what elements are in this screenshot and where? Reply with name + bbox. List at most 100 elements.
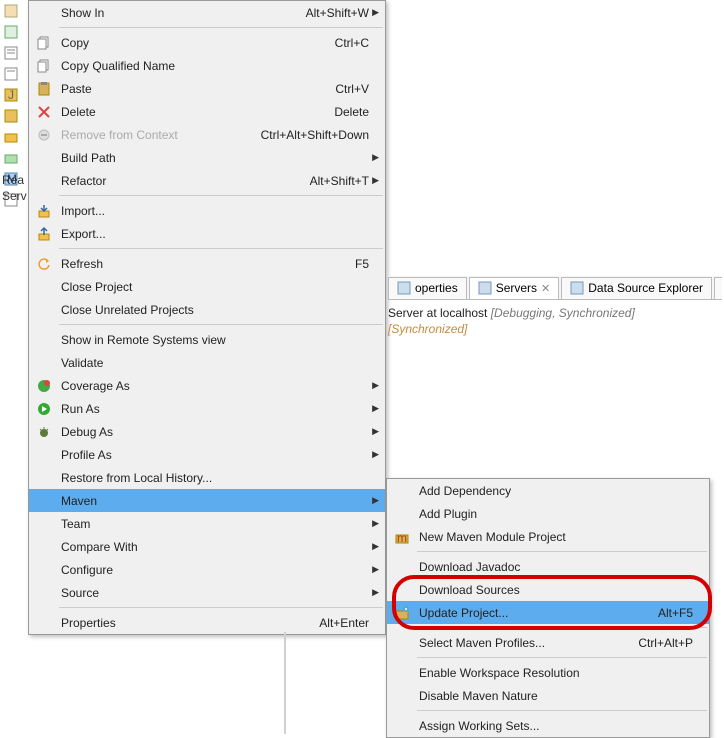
menu-item-validate[interactable]: Validate [29,351,385,374]
menu-item-select-maven-profiles[interactable]: Select Maven Profiles...Ctrl+Alt+P [387,631,709,654]
toolbar-icon-6[interactable] [2,107,20,125]
menu-item-shortcut: Ctrl+Alt+P [638,636,693,650]
menu-item-profile-as[interactable]: Profile As▶ [29,443,385,466]
server-entry[interactable]: [Synchronized] [388,322,722,336]
menu-item-label: Delete [61,105,324,119]
blank-icon [33,561,55,579]
menu-item-close-project[interactable]: Close Project [29,275,385,298]
blank-icon [391,634,413,652]
blank-icon [391,664,413,682]
blank-icon [33,492,55,510]
blank-icon [33,149,55,167]
bottom-view: opertiesServers✕ Data Source Explorer Snip… [388,276,722,338]
menu-item-compare-with[interactable]: Compare With▶ [29,535,385,558]
toolbar-icon-2[interactable] [2,23,20,41]
menu-item-copy-qualified-name[interactable]: Copy Qualified Name [29,54,385,77]
menu-item-update-project[interactable]: Update Project...Alt+F5 [387,601,709,624]
close-icon[interactable]: ✕ [541,282,550,295]
menu-item-shortcut: Ctrl+C [335,36,369,50]
toolbar-icon-8[interactable] [2,149,20,167]
menu-item-team[interactable]: Team▶ [29,512,385,535]
menu-item-properties[interactable]: PropertiesAlt+Enter [29,611,385,634]
menu-item-new-maven-module-project[interactable]: mNew Maven Module Project [387,525,709,548]
menu-item-assign-working-sets[interactable]: Assign Working Sets... [387,714,709,737]
menu-item-label: Add Plugin [419,507,693,521]
blank-icon [391,482,413,500]
menu-item-shortcut: F5 [355,257,369,271]
menu-item-show-in-remote-systems-view[interactable]: Show in Remote Systems view [29,328,385,351]
menu-item-import[interactable]: Import... [29,199,385,222]
menu-item-show-in[interactable]: Show InAlt+Shift+W▶ [29,1,385,24]
toolbar-icon-4[interactable] [2,65,20,83]
menu-item-copy[interactable]: Copy Ctrl+C [29,31,385,54]
menu-item-download-javadoc[interactable]: Download Javadoc [387,555,709,578]
menu-item-run-as[interactable]: Run As▶ [29,397,385,420]
menu-item-label: Remove from Context [61,128,251,142]
export-icon [33,225,55,243]
menu-item-enable-workspace-resolution[interactable]: Enable Workspace Resolution [387,661,709,684]
menu-item-coverage-as[interactable]: Coverage As▶ [29,374,385,397]
blank-icon [33,614,55,632]
menu-item-paste[interactable]: PasteCtrl+V [29,77,385,100]
submenu-arrow-icon: ▶ [369,175,379,186]
submenu-arrow-icon: ▶ [369,495,379,506]
menu-item-source[interactable]: Source▶ [29,581,385,604]
menu-item-shortcut: Alt+F5 [658,606,693,620]
menu-item-refresh[interactable]: Refresh F5 [29,252,385,275]
divider [284,632,286,734]
menu-item-shortcut: Ctrl+Alt+Shift+Down [261,128,369,142]
tab-operties[interactable]: operties [388,277,467,299]
toolbar-icon-7[interactable] [2,128,20,146]
tab-data-source-explorer[interactable]: Data Source Explorer [561,277,712,299]
menu-separator [59,248,383,249]
copy-icon [33,34,55,52]
blank-icon [33,172,55,190]
menu-item-add-dependency[interactable]: Add Dependency [387,479,709,502]
menu-item-refactor[interactable]: RefactorAlt+Shift+T▶ [29,169,385,192]
menu-item-add-plugin[interactable]: Add Plugin [387,502,709,525]
menu-item-label: Copy [61,36,325,50]
tabs-bar: opertiesServers✕ Data Source Explorer Snip… [388,276,722,300]
tree-item[interactable]: Serv [2,189,27,203]
menu-item-label: Profile As [61,448,369,462]
menu-item-build-path[interactable]: Build Path▶ [29,146,385,169]
blank-icon [33,4,55,22]
menu-item-remove-from-context[interactable]: Remove from Context Ctrl+Alt+Shift+Down [29,123,385,146]
menu-item-label: Properties [61,616,309,630]
server-status: [Debugging, Synchronized] [491,306,635,320]
toolbar-icon-1[interactable] [2,2,20,20]
menu-item-label: Refresh [61,257,345,271]
menu-item-label: Download Sources [419,583,693,597]
delete-icon [33,103,55,121]
tree-item[interactable]: Rea [2,173,27,187]
menu-item-shortcut: Alt+Shift+W [306,6,369,20]
tab-servers[interactable]: Servers✕ [469,277,560,299]
menu-item-close-unrelated-projects[interactable]: Close Unrelated Projects [29,298,385,321]
blank-icon [33,446,55,464]
blank-icon [391,558,413,576]
toolbar-icon-5[interactable]: J [2,86,20,104]
menu-item-label: Close Unrelated Projects [61,303,369,317]
menu-item-label: Paste [61,82,325,96]
tree-fragment: Rea Serv [2,173,27,205]
menu-item-configure[interactable]: Configure▶ [29,558,385,581]
menu-item-disable-maven-nature[interactable]: Disable Maven Nature [387,684,709,707]
menu-item-export[interactable]: Export... [29,222,385,245]
menu-item-delete[interactable]: DeleteDelete [29,100,385,123]
blank-icon [391,505,413,523]
menu-item-debug-as[interactable]: Debug As▶ [29,420,385,443]
server-entry[interactable]: Server at localhost [Debugging, Synchron… [388,306,722,320]
blank-icon [391,581,413,599]
menu-item-restore-from-local-history[interactable]: Restore from Local History... [29,466,385,489]
menu-separator [417,657,707,658]
submenu-arrow-icon: ▶ [369,564,379,575]
tab-label: Data Source Explorer [588,281,703,295]
menu-item-maven[interactable]: Maven▶ [29,489,385,512]
toolbar-icon-3[interactable] [2,44,20,62]
blank-icon [33,515,55,533]
menu-separator [417,627,707,628]
menu-item-label: Close Project [61,280,369,294]
menu-item-label: Validate [61,356,369,370]
menu-item-download-sources[interactable]: Download Sources [387,578,709,601]
tab-snippet[interactable]: Snippet [714,277,722,299]
